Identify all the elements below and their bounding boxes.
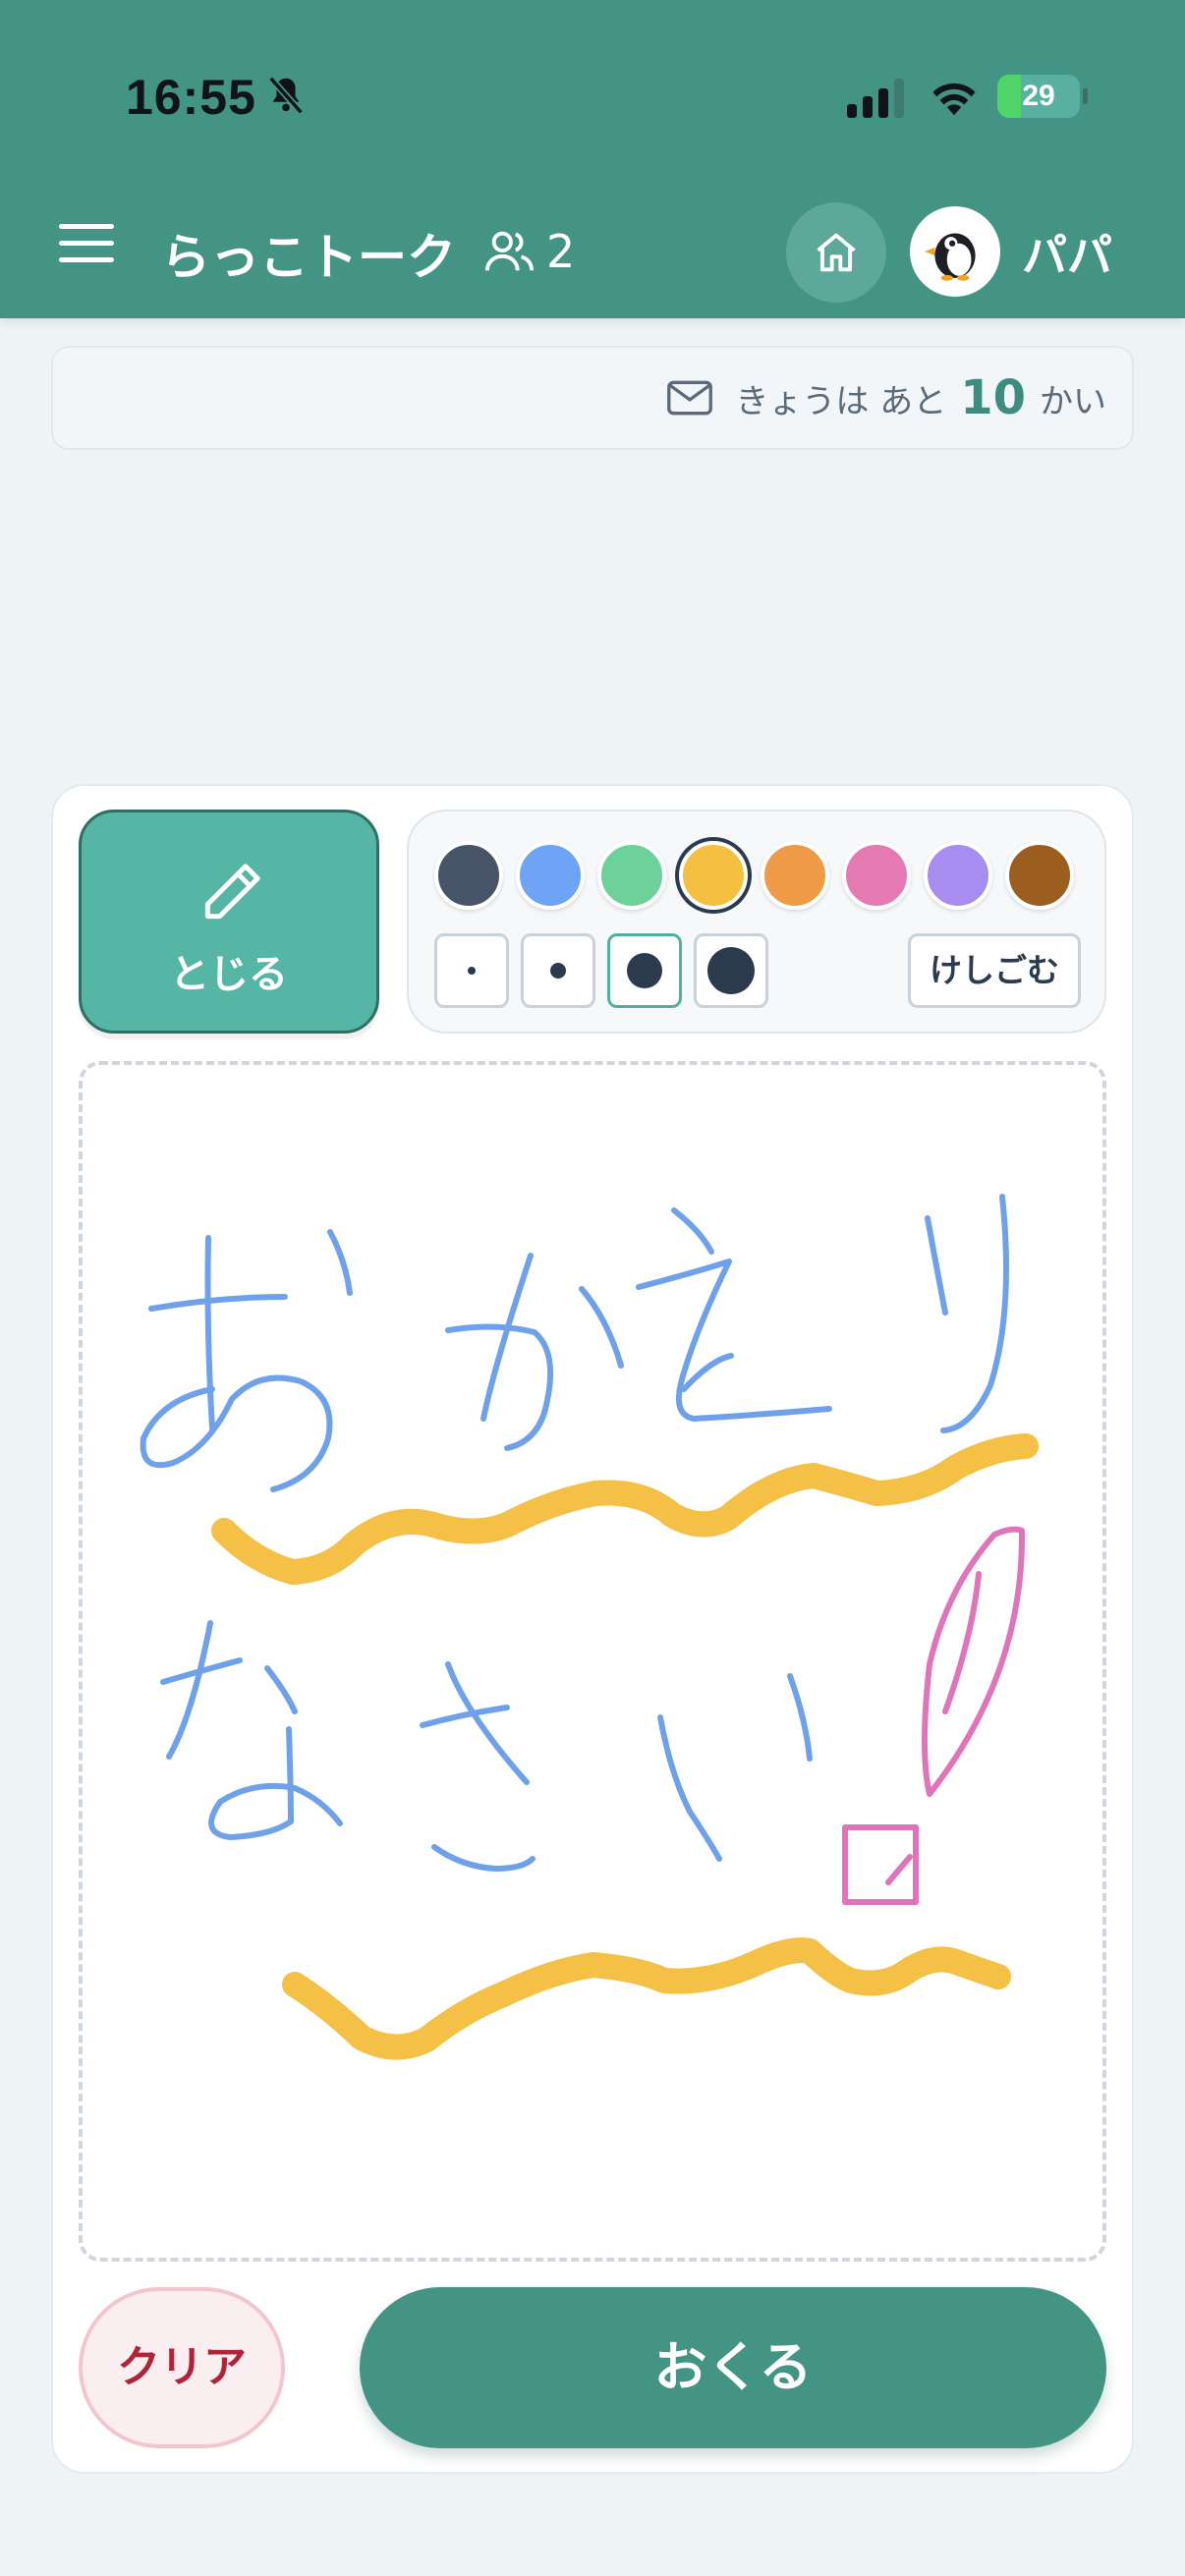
color-swatch[interactable] (924, 841, 992, 910)
drawing-canvas[interactable] (79, 1061, 1106, 2262)
status-time: 16:55 (126, 70, 256, 125)
handwritten-ka (445, 1253, 624, 1451)
brush-size-s[interactable] (521, 933, 595, 1008)
message-quota-banner: きょうは あと 10 かい (51, 346, 1134, 450)
battery-nub (1083, 88, 1088, 104)
quota-prefix: きょうは あと (735, 381, 947, 421)
signal-icon (847, 79, 904, 118)
pencil-icon (204, 864, 260, 920)
battery-level: 29 (1022, 80, 1055, 112)
yellow-wave-bottom (282, 1937, 1011, 2060)
home-icon (817, 233, 856, 272)
color-swatch[interactable] (842, 841, 911, 910)
handwritten-sa (420, 1661, 536, 1872)
send-button[interactable]: おくる (360, 2287, 1106, 2448)
brush-size-l[interactable] (694, 933, 768, 1008)
color-swatch[interactable] (597, 841, 666, 910)
yellow-wave-top (211, 1433, 1039, 1585)
member-count-indicator[interactable]: 2 (483, 224, 575, 279)
envelope-icon (667, 380, 713, 416)
user-avatar[interactable] (910, 206, 1000, 297)
color-swatch[interactable] (434, 841, 503, 910)
app-header: 16:55 29 らっこトーク 2 パパ (0, 0, 1185, 318)
battery-charging-icon: 29 (997, 75, 1080, 118)
member-count: 2 (546, 225, 576, 278)
handwritten-i (657, 1673, 813, 1862)
home-button[interactable] (786, 202, 886, 303)
app-title: らっこトーク (161, 229, 456, 286)
menu-icon[interactable] (59, 224, 114, 267)
people-icon (485, 231, 535, 271)
clear-button[interactable]: クリア (79, 2287, 285, 2448)
handwritten-exclamation (842, 1526, 1026, 1905)
brush-size-xs[interactable] (434, 933, 509, 1008)
color-swatch[interactable] (1005, 841, 1074, 910)
close-label: とじる (170, 952, 288, 997)
pen-palette: けしごむ (407, 810, 1106, 1034)
handwritten-e (636, 1207, 832, 1422)
eraser-button[interactable]: けしごむ (908, 933, 1081, 1008)
user-name: パパ (1022, 229, 1112, 282)
handwritten-o (140, 1229, 353, 1492)
wifi-icon (932, 83, 976, 116)
handwritten-na (160, 1620, 343, 1840)
color-swatch[interactable] (679, 841, 748, 910)
color-swatch[interactable] (761, 841, 829, 910)
quota-suffix: かい (1040, 381, 1106, 421)
color-swatch[interactable] (516, 841, 585, 910)
close-drawing-button[interactable]: とじる (79, 810, 379, 1034)
drawing-strokes (140, 1194, 1039, 2060)
quota-count: 10 (960, 370, 1026, 425)
penguin-avatar-icon (925, 233, 976, 281)
bell-slash-icon (268, 76, 304, 115)
brush-size-m[interactable] (607, 933, 682, 1008)
handwritten-ri (925, 1194, 1009, 1433)
